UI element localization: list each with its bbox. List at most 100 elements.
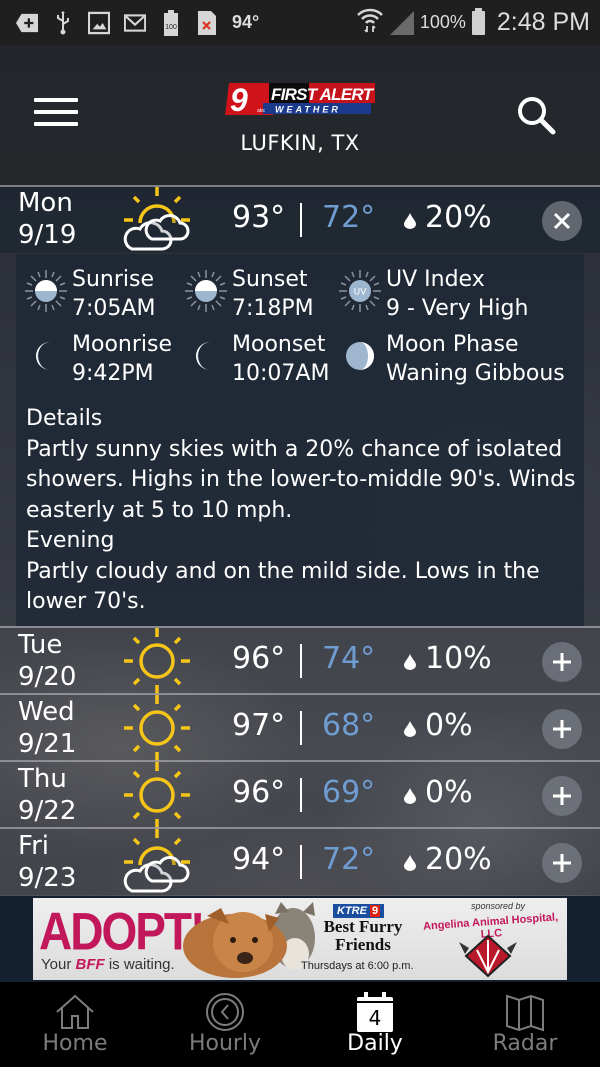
sunset-info: Sunset 7:18PM [184, 265, 314, 323]
svg-text:UV: UV [354, 288, 368, 298]
sunny-icon [122, 760, 192, 830]
nav-home[interactable]: Home [0, 982, 150, 1067]
moon-phase-info: Moon Phase Waning Gibbous [338, 330, 565, 388]
app-header: 9 FIRST ALERT abc WEATHER LUFKIN, TX [0, 45, 600, 185]
astro-label: Moonset [232, 332, 326, 357]
low-temp: 74° [322, 641, 376, 676]
moonset-info: Moonset 10:07AM [184, 330, 329, 388]
astro-label: Sunrise [72, 267, 155, 292]
nav-radar[interactable]: Radar [450, 982, 600, 1067]
ad-banner-container: ADOPT! Your BFF is waiting. KTRE 9 Best … [0, 896, 600, 982]
expand-day-button[interactable] [542, 776, 582, 816]
high-temp: 96° [232, 641, 286, 676]
partly-cloudy-icon [122, 827, 192, 895]
day-row-fri[interactable]: Fri 9/23 94° 72° 20% [0, 827, 600, 895]
ad-tagline: Your BFF is waiting. [41, 956, 175, 973]
svg-text:FIRST ALERT: FIRST ALERT [271, 85, 375, 104]
map-icon [506, 994, 544, 1032]
temp-separator [300, 644, 302, 678]
day-name: Thu [18, 764, 67, 794]
svg-text:WEATHER: WEATHER [275, 105, 341, 115]
low-temp: 68° [322, 708, 376, 743]
bottom-navigation: Home Hourly 4 Daily Radar [0, 982, 600, 1067]
uv-index-info: UV UV Index 9 - Very High [338, 265, 528, 323]
raindrop-icon [404, 788, 416, 804]
high-temp: 93° [232, 200, 286, 235]
astro-label: Moonrise [72, 332, 172, 357]
battery-100-icon: 100 [160, 9, 182, 36]
hamburger-menu-icon[interactable] [34, 98, 78, 128]
day-date: 9/20 [18, 662, 77, 692]
astro-value: 9 - Very High [386, 296, 529, 321]
day-row-tue[interactable]: Tue 9/20 96° 74° 10% [0, 626, 600, 696]
usb-icon [52, 10, 74, 34]
nav-daily[interactable]: 4 Daily [300, 982, 450, 1067]
day-row-thu[interactable]: Thu 9/22 96° 69° 0% [0, 760, 600, 830]
wifi-icon [356, 7, 384, 38]
nav-label: Hourly [188, 1031, 262, 1056]
sunny-icon [122, 626, 192, 696]
nav-hourly[interactable]: Hourly [150, 982, 300, 1067]
calendar-icon: 4 [357, 992, 393, 1032]
day-row-mon[interactable]: Mon 9/19 93° 72° 20% [0, 185, 600, 253]
location-label: LUFKIN, TX [240, 131, 360, 155]
day-date: 9/22 [18, 796, 77, 826]
sunrise-info: Sunrise 7:05AM [24, 265, 155, 323]
svg-text:100: 100 [165, 24, 177, 31]
day-name: Tue [18, 630, 63, 660]
plus-icon [553, 720, 571, 738]
evening-heading: Evening [26, 528, 115, 553]
astro-value: Waning Gibbous [386, 361, 565, 386]
precip-chance: 10% [425, 641, 492, 676]
sim-error-icon [196, 10, 218, 35]
astro-label: Moon Phase [386, 332, 519, 357]
high-temp: 96° [232, 775, 286, 810]
day-name: Wed [18, 697, 75, 727]
raindrop-icon [404, 213, 416, 229]
nav-label: Daily [347, 1031, 403, 1056]
low-temp: 72° [322, 200, 376, 235]
hospital-emblem-icon [453, 932, 523, 978]
nav-label: Radar [492, 1031, 558, 1056]
precip-chance: 20% [425, 200, 492, 235]
day-date: 9/23 [18, 863, 77, 893]
collapse-day-button[interactable] [542, 201, 582, 241]
raindrop-icon [404, 721, 416, 737]
evening-text: Partly cloudy and on the mild side. Lows… [26, 558, 540, 615]
astro-label: UV Index [386, 267, 485, 292]
status-bar: 100 94° 100% 2:48 PM [0, 0, 600, 45]
day-date: 9/21 [18, 729, 77, 759]
high-temp: 94° [232, 842, 286, 877]
cell-signal-icon [389, 10, 414, 35]
moonrise-icon [24, 334, 68, 378]
moonset-icon [184, 334, 228, 378]
gmail-icon [124, 12, 146, 34]
day-row-wed[interactable]: Wed 9/21 97° 68° 0% [0, 693, 600, 763]
precip-chance: 20% [425, 842, 492, 877]
temp-separator [300, 778, 302, 812]
ad-title: Best Furry Friends [323, 917, 403, 954]
day-date: 9/19 [18, 220, 77, 250]
forecast-description: Details Partly sunny skies with a 20% ch… [26, 404, 581, 618]
high-temp: 97° [232, 708, 286, 743]
home-icon [56, 994, 94, 1029]
temp-separator [300, 203, 302, 237]
details-text: Partly sunny skies with a 20% chance of … [26, 436, 576, 523]
astro-label: Sunset [232, 267, 308, 292]
gallery-icon [88, 11, 110, 34]
svg-text:9: 9 [230, 82, 248, 116]
astro-value: 9:42PM [72, 361, 154, 386]
expand-day-button[interactable] [542, 843, 582, 883]
battery-icon [471, 7, 485, 35]
ad-schedule: Thursdays at 6:00 p.m. [301, 960, 414, 972]
plus-icon [553, 653, 571, 671]
ktre-logo: KTRE 9 [333, 904, 385, 918]
close-icon [553, 212, 571, 230]
temp-separator [300, 845, 302, 879]
raindrop-icon [404, 654, 416, 670]
expand-day-button[interactable] [542, 642, 582, 682]
ad-banner[interactable]: ADOPT! Your BFF is waiting. KTRE 9 Best … [33, 898, 567, 980]
search-icon[interactable] [515, 95, 559, 135]
add-icon [16, 12, 38, 34]
expand-day-button[interactable] [542, 709, 582, 749]
